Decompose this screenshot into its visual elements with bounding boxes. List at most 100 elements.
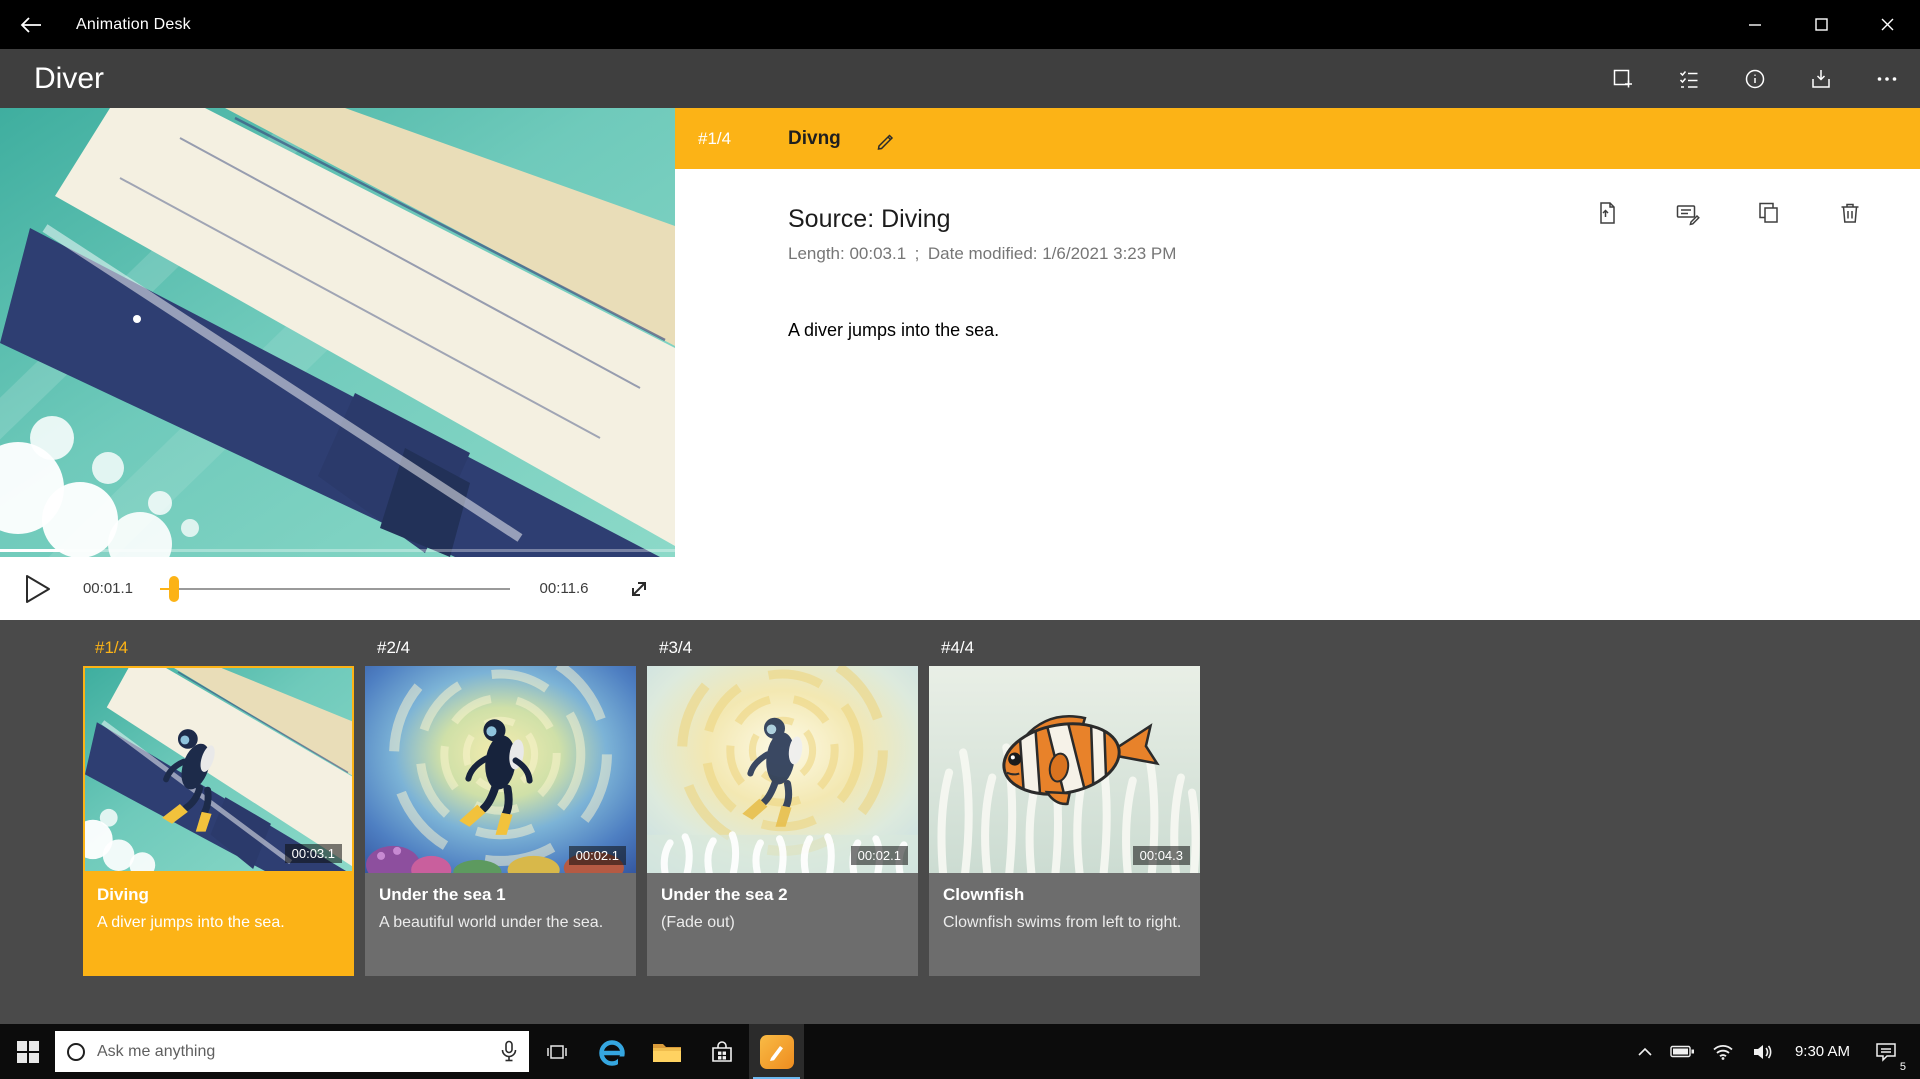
scene-card-description: A beautiful world under the sea.: [379, 912, 622, 934]
volume-status[interactable]: [1743, 1024, 1783, 1079]
back-button[interactable]: [0, 0, 62, 49]
scene-card-4[interactable]: #4/4: [929, 638, 1200, 976]
cortana-search-box[interactable]: [55, 1031, 529, 1072]
source-meta: Length: 00:03.1 ; Date modified: 1/6/202…: [788, 244, 1920, 264]
start-button[interactable]: [0, 1024, 55, 1079]
volume-icon: [1752, 1043, 1774, 1061]
back-icon: [19, 15, 43, 35]
animation-desk-window: Animation Desk Diver: [0, 0, 1920, 1079]
maximize-icon: [1815, 18, 1828, 31]
edit-caption-button[interactable]: [1674, 199, 1702, 227]
file-explorer-button[interactable]: [639, 1024, 694, 1079]
add-scene-icon: [1611, 67, 1635, 91]
system-tray: 9:30 AM 5: [1627, 1024, 1920, 1079]
action-center-icon: [1874, 1040, 1898, 1064]
scene-duration-badge: 00:04.3: [1133, 846, 1190, 865]
main-area: 00:01.1 00:11.6 #1/4 Divng: [0, 108, 1920, 620]
scene-card-2[interactable]: #2/4: [365, 638, 636, 976]
scene-duration-badge: 00:02.1: [851, 846, 908, 865]
detail-actions: [1593, 199, 1864, 227]
play-button[interactable]: [22, 572, 54, 606]
task-view-button[interactable]: [529, 1024, 584, 1079]
scene-preview: 00:01.1 00:11.6: [0, 108, 675, 620]
export-icon: [1809, 67, 1833, 91]
scene-card-description: A diver jumps into the sea.: [97, 912, 340, 934]
total-time: 00:11.6: [536, 580, 592, 597]
thumb-art-diving: [85, 668, 352, 871]
animation-desk-taskbar-button[interactable]: [749, 1024, 804, 1079]
copy-scene-button[interactable]: [1755, 199, 1783, 227]
more-icon: [1875, 67, 1899, 91]
network-status[interactable]: [1703, 1024, 1743, 1079]
action-center-button[interactable]: 5: [1862, 1024, 1910, 1079]
scene-card-body[interactable]: Clownfish Clownfish swims from left to r…: [929, 873, 1200, 976]
preview-artwork-diving-boat: [0, 108, 675, 557]
add-scene-button[interactable]: [1590, 49, 1656, 108]
store-icon: [709, 1039, 735, 1065]
app-command-bar: Diver: [0, 49, 1920, 108]
scene-card-index: #4/4: [941, 638, 1200, 658]
scene-card-title: Diving: [97, 885, 340, 905]
scene-detail-body: Source: Diving Length: 00:03.1 ; Date mo…: [675, 169, 1920, 620]
windows-logo-icon: [15, 1039, 41, 1065]
maximize-button[interactable]: [1788, 0, 1854, 49]
rename-scene-button[interactable]: [869, 122, 903, 156]
scene-strip: #1/4: [0, 620, 1920, 1024]
scene-header-bar: #1/4 Divng: [675, 108, 1920, 169]
tray-overflow-button[interactable]: [1627, 1024, 1663, 1079]
chevron-up-icon: [1637, 1047, 1653, 1057]
wifi-icon: [1712, 1043, 1734, 1060]
app-title: Animation Desk: [76, 16, 191, 34]
scene-thumbnail[interactable]: 00:04.3: [929, 666, 1200, 873]
playback-controls: 00:01.1 00:11.6: [0, 557, 675, 620]
store-button[interactable]: [694, 1024, 749, 1079]
scene-card-1[interactable]: #1/4: [83, 638, 354, 976]
edit-caption-icon: [1675, 200, 1701, 226]
search-input[interactable]: [97, 1043, 499, 1061]
slider-track: [160, 588, 510, 590]
scene-card-index: #2/4: [377, 638, 636, 658]
animation-desk-icon: [760, 1035, 794, 1069]
scene-card-body[interactable]: Under the sea 2 (Fade out): [647, 873, 918, 976]
scene-card-title: Clownfish: [943, 885, 1186, 905]
scene-card-3[interactable]: #3/4: [647, 638, 918, 976]
scene-card-body[interactable]: Under the sea 1 A beautiful world under …: [365, 873, 636, 976]
scene-thumbnail[interactable]: 00:02.1: [647, 666, 918, 873]
scene-name: Divng: [788, 128, 841, 150]
taskbar-clock[interactable]: 9:30 AM: [1783, 1043, 1862, 1060]
preview-canvas[interactable]: [0, 108, 675, 557]
more-button[interactable]: [1854, 49, 1920, 108]
delete-icon: [1837, 200, 1863, 226]
play-icon: [24, 573, 52, 605]
slider-handle[interactable]: [169, 576, 179, 602]
edge-button[interactable]: [584, 1024, 639, 1079]
scene-detail-panel: #1/4 Divng Source: Diving Length: 00:03.…: [675, 108, 1920, 620]
task-view-icon: [545, 1040, 569, 1064]
scene-card-body[interactable]: Diving A diver jumps into the sea.: [83, 873, 354, 976]
scene-card-description: (Fade out): [661, 912, 904, 934]
info-button[interactable]: [1722, 49, 1788, 108]
thumb-art-clownfish: [929, 666, 1200, 873]
scene-thumbnail[interactable]: 00:02.1: [365, 666, 636, 873]
scene-card-description: Clownfish swims from left to right.: [943, 912, 1186, 934]
thumb-art-under-sea-2: [647, 666, 918, 873]
scene-thumbnail[interactable]: 00:03.1: [83, 666, 354, 873]
current-time: 00:01.1: [80, 580, 136, 597]
export-frame-icon: [1594, 200, 1620, 226]
battery-status[interactable]: [1663, 1024, 1703, 1079]
file-explorer-icon: [652, 1040, 682, 1064]
scene-list-button[interactable]: [1656, 49, 1722, 108]
delete-scene-button[interactable]: [1836, 199, 1864, 227]
fullscreen-icon: [626, 576, 652, 602]
window-controls: [1722, 0, 1920, 49]
scene-duration-badge: 00:03.1: [285, 844, 342, 863]
fullscreen-button[interactable]: [622, 572, 656, 606]
export-button[interactable]: [1788, 49, 1854, 108]
export-frame-button[interactable]: [1593, 199, 1621, 227]
close-button[interactable]: [1854, 0, 1920, 49]
minimize-icon: [1749, 19, 1761, 31]
timeline-slider[interactable]: [160, 576, 510, 602]
minimize-button[interactable]: [1722, 0, 1788, 49]
mic-icon[interactable]: [499, 1040, 519, 1063]
battery-icon: [1670, 1045, 1695, 1058]
